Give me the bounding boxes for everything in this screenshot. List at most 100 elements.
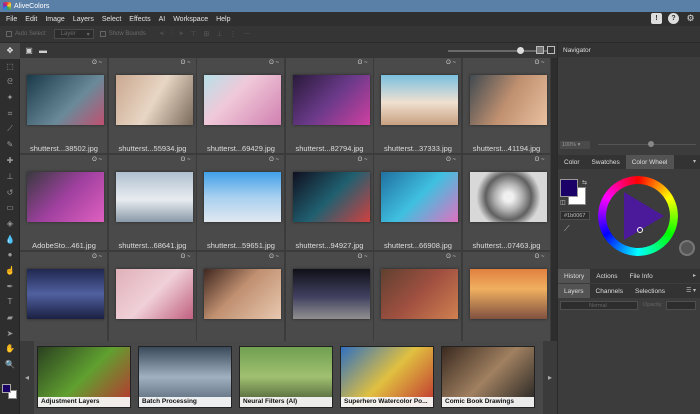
filmstrip-item[interactable]: Neural Filters (AI) bbox=[239, 346, 333, 408]
thumbnail-item[interactable]: ʘ ~ bbox=[108, 252, 197, 341]
zoom-slider[interactable] bbox=[598, 141, 696, 147]
blur-tool-icon[interactable]: 💧 bbox=[0, 231, 20, 247]
thumbnail-item[interactable]: ʘ ~ shutterst...59651.jpg bbox=[197, 155, 285, 251]
thumbnail-item[interactable]: ʘ ~ bbox=[20, 252, 108, 341]
thumbnail-item[interactable]: ʘ ~ shutterst...82794.jpg bbox=[285, 58, 374, 154]
distribute-icon[interactable]: ⋮ bbox=[229, 30, 236, 38]
tab-swatches[interactable]: Swatches bbox=[586, 155, 626, 169]
opacity-field[interactable] bbox=[666, 301, 696, 310]
tab-actions[interactable]: Actions bbox=[590, 269, 623, 283]
thumbnail-item[interactable]: ʘ ~ shutterst...07463.jpg bbox=[462, 155, 551, 251]
align-left-icon[interactable]: ⫷ bbox=[160, 30, 164, 38]
eraser-tool-icon[interactable]: ▭ bbox=[0, 200, 20, 216]
thumbnail-image[interactable] bbox=[115, 75, 193, 125]
thumbnail-image[interactable] bbox=[115, 269, 193, 319]
menu-file[interactable]: File bbox=[2, 16, 21, 23]
history-brush-icon[interactable]: ↺ bbox=[0, 184, 20, 200]
thumbnail-image[interactable] bbox=[115, 172, 193, 222]
show-bounds-option[interactable]: Show Bounds bbox=[99, 31, 146, 37]
move-tool-icon[interactable]: ✥ bbox=[0, 43, 20, 59]
fg-swatch[interactable] bbox=[560, 179, 578, 197]
tab-channels[interactable]: Channels bbox=[590, 284, 629, 298]
shape-tool-icon[interactable]: ▰ bbox=[0, 310, 20, 326]
path-select-icon[interactable]: ➤ bbox=[0, 325, 20, 341]
filmstrip-item[interactable]: Superhero Watercolor Po... bbox=[340, 346, 434, 408]
align-middle-icon[interactable]: ⊞ bbox=[203, 30, 209, 38]
zoom-tool-icon[interactable]: 🔍 bbox=[0, 357, 20, 373]
wheel-mode-button[interactable] bbox=[679, 240, 695, 256]
thumbnail-image[interactable] bbox=[469, 75, 547, 125]
gear-icon[interactable]: ⚙ bbox=[685, 13, 696, 24]
thumbnail-image[interactable] bbox=[204, 172, 281, 222]
grid-view-icon[interactable] bbox=[536, 46, 544, 54]
history-expand-icon[interactable]: ▸ bbox=[693, 272, 696, 279]
reset-colors-icon[interactable]: ◫ bbox=[560, 199, 566, 206]
thumbnail-item[interactable]: ʘ ~ shutterst...55934.jpg bbox=[108, 58, 197, 154]
thumbnail-image[interactable] bbox=[381, 172, 458, 222]
marquee-tool-icon[interactable]: ⬚ bbox=[0, 59, 20, 75]
tab-file-info[interactable]: File Info bbox=[624, 269, 659, 283]
zoom-knob[interactable] bbox=[648, 141, 654, 147]
help-icon[interactable]: ? bbox=[668, 13, 679, 24]
menu-workspace[interactable]: Workspace bbox=[169, 16, 212, 23]
layers-menu-icon[interactable]: ☰ ▾ bbox=[686, 287, 696, 294]
picker-icon[interactable]: ⟋ bbox=[564, 224, 570, 234]
hex-field[interactable]: #1b0067 bbox=[560, 211, 590, 220]
tab-layers[interactable]: Layers bbox=[558, 284, 590, 298]
stamp-tool-icon[interactable]: ⊥ bbox=[0, 169, 20, 185]
message-icon[interactable]: ! bbox=[651, 13, 662, 24]
navigator-preview[interactable] bbox=[558, 57, 700, 137]
thumbnail-item[interactable]: ʘ ~ shutterst...68641.jpg bbox=[108, 155, 197, 251]
magic-wand-tool-icon[interactable]: ✦ bbox=[0, 90, 20, 106]
menu-edit[interactable]: Edit bbox=[21, 16, 41, 23]
pen-tool-icon[interactable]: ✒ bbox=[0, 278, 20, 294]
eyedropper-tool-icon[interactable]: ⟋ bbox=[0, 121, 20, 137]
crop-tool-icon[interactable]: ⌗ bbox=[0, 106, 20, 122]
menu-ai[interactable]: AI bbox=[155, 16, 170, 23]
folder-icon[interactable]: ▬ bbox=[38, 46, 48, 55]
thumbnail-image[interactable] bbox=[381, 269, 458, 319]
foreground-color-swatch[interactable] bbox=[2, 384, 11, 393]
thumbnail-item[interactable]: ʘ ~ AdobeSto...461.jpg bbox=[20, 155, 108, 251]
thumbnail-image[interactable] bbox=[27, 75, 104, 125]
filmstrip-item[interactable]: Adjustment Layers bbox=[37, 346, 131, 408]
tab-selections[interactable]: Selections bbox=[629, 284, 671, 298]
thumbnail-size-knob[interactable] bbox=[517, 47, 524, 54]
filmstrip-prev-arrow[interactable]: ◂ bbox=[20, 341, 34, 414]
thumbnail-item[interactable]: ʘ ~ shutterst...66908.jpg bbox=[374, 155, 462, 251]
thumbnail-image[interactable] bbox=[204, 269, 281, 319]
dodge-tool-icon[interactable]: ● bbox=[0, 247, 20, 263]
thumbnail-item[interactable]: ʘ ~ shutterst...41194.jpg bbox=[462, 58, 551, 154]
thumbnail-size-slider[interactable] bbox=[448, 47, 548, 54]
layer-select[interactable]: Layer ▾ bbox=[53, 29, 94, 39]
thumbnail-item[interactable]: ʘ ~ bbox=[197, 252, 285, 341]
brush-tool-icon[interactable]: ✎ bbox=[0, 137, 20, 153]
menu-effects[interactable]: Effects bbox=[125, 16, 154, 23]
list-view-icon[interactable] bbox=[547, 46, 555, 54]
thumbnail-image[interactable] bbox=[27, 269, 104, 319]
filmstrip-item[interactable]: Batch Processing bbox=[138, 346, 232, 408]
thumbnail-item[interactable]: ʘ ~ shutterst...37333.jpg bbox=[374, 58, 462, 154]
distribute-h-icon[interactable]: ⋯ bbox=[243, 30, 250, 38]
swap-colors-icon[interactable]: ⇆ bbox=[582, 179, 587, 186]
thumbnail-image[interactable] bbox=[292, 172, 370, 222]
bucket-tool-icon[interactable]: ◈ bbox=[0, 216, 20, 232]
tab-color[interactable]: Color bbox=[558, 155, 586, 169]
hand-tool-icon[interactable]: ✋ bbox=[0, 341, 20, 357]
thumbnail-image[interactable] bbox=[469, 172, 547, 222]
thumbnail-item[interactable]: ʘ ~ bbox=[462, 252, 551, 341]
thumbnail-image[interactable] bbox=[27, 172, 104, 222]
tab-color-wheel[interactable]: Color Wheel bbox=[625, 155, 674, 169]
auto-select-option[interactable]: Auto Select bbox=[6, 31, 46, 37]
menu-layers[interactable]: Layers bbox=[69, 16, 98, 23]
show-bounds-checkbox[interactable] bbox=[99, 31, 106, 37]
thumbnail-item[interactable]: ʘ ~ shutterst...38502.jpg bbox=[20, 58, 108, 154]
menu-image[interactable]: Image bbox=[41, 16, 68, 23]
menu-select[interactable]: Select bbox=[98, 16, 125, 23]
healing-tool-icon[interactable]: ✚ bbox=[0, 153, 20, 169]
blend-mode-select[interactable]: Normal bbox=[560, 301, 638, 310]
thumbnail-item[interactable]: ʘ ~ bbox=[285, 252, 374, 341]
panel-menu-icon[interactable]: ▾ bbox=[693, 158, 696, 165]
tab-history[interactable]: History bbox=[558, 269, 591, 283]
smudge-tool-icon[interactable]: ☝ bbox=[0, 263, 20, 279]
